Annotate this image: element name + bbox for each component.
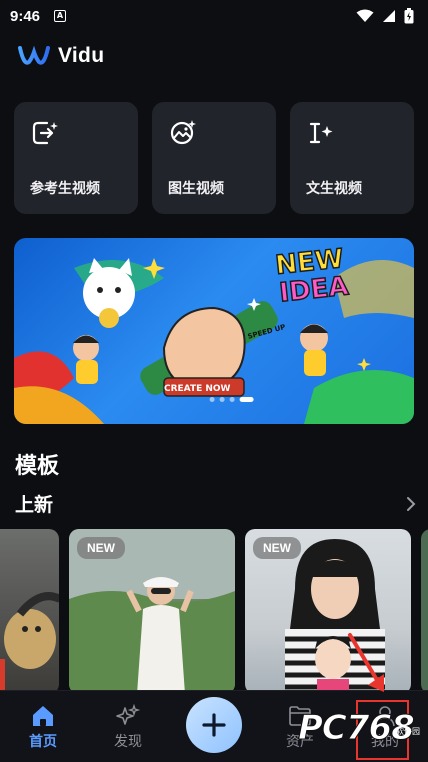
reference-video-icon xyxy=(32,121,58,145)
home-icon xyxy=(33,706,53,726)
text-to-video-icon xyxy=(309,122,333,144)
signal-icon xyxy=(383,10,395,22)
vidu-logo-icon xyxy=(18,45,50,65)
new-badge: NEW xyxy=(253,537,301,559)
watermark-subtext: 软件园 xyxy=(396,727,420,736)
pagination-dot[interactable] xyxy=(229,397,235,402)
pagination-dot[interactable] xyxy=(209,397,215,402)
status-time: 9:46 xyxy=(10,7,41,25)
sparkle-icon xyxy=(116,703,141,725)
create-button[interactable] xyxy=(186,697,242,753)
text-to-video-card[interactable]: 文生视频 xyxy=(290,102,414,214)
pagination-dot-active[interactable] xyxy=(239,397,254,402)
promo-banner[interactable]: NEW IDEA SPEED UP CREATE NOW xyxy=(14,238,414,424)
watermark-logo: PC768 软件园 xyxy=(288,692,428,762)
notification-icon: A xyxy=(54,10,67,22)
template-card[interactable] xyxy=(0,529,59,694)
image-to-video-icon xyxy=(170,120,196,145)
new-badge: NEW xyxy=(77,537,125,559)
banner-pagination xyxy=(209,397,254,402)
image-to-video-label: 图生视频 xyxy=(168,181,224,197)
templates-section-title: 模板 xyxy=(15,454,60,479)
nav-home-label: 首页 xyxy=(29,734,57,750)
template-card[interactable] xyxy=(421,529,428,694)
text-to-video-label: 文生视频 xyxy=(306,181,362,197)
app-header: Vidu xyxy=(18,40,104,72)
annotation-arrow xyxy=(348,633,384,692)
reference-video-label: 参考生视频 xyxy=(30,181,100,197)
template-preview-image xyxy=(0,592,59,694)
nav-discover[interactable]: 发现 xyxy=(98,703,158,751)
status-bar: 9:46 A xyxy=(0,0,428,32)
battery-icon xyxy=(404,8,414,24)
app-name: Vidu xyxy=(58,44,105,67)
nav-home[interactable]: 首页 xyxy=(13,703,73,751)
banner-cta: CREATE NOW xyxy=(164,384,231,394)
image-to-video-card[interactable]: 图生视频 xyxy=(152,102,276,214)
reference-video-card[interactable]: 参考生视频 xyxy=(14,102,138,214)
plus-icon xyxy=(202,713,226,737)
wifi-icon xyxy=(356,9,374,22)
create-cards: 参考生视频 图生视频 文生视频 xyxy=(14,102,414,214)
status-icons xyxy=(356,8,414,24)
nav-discover-label: 发现 xyxy=(114,734,142,750)
banner-headline-2: IDEA xyxy=(278,271,350,308)
template-card[interactable]: NEW xyxy=(69,529,235,694)
pagination-dot[interactable] xyxy=(219,397,225,402)
new-templates-title: 上新 xyxy=(15,494,54,516)
new-templates-header[interactable]: 上新 xyxy=(15,490,419,517)
chevron-right-icon[interactable] xyxy=(403,496,419,512)
